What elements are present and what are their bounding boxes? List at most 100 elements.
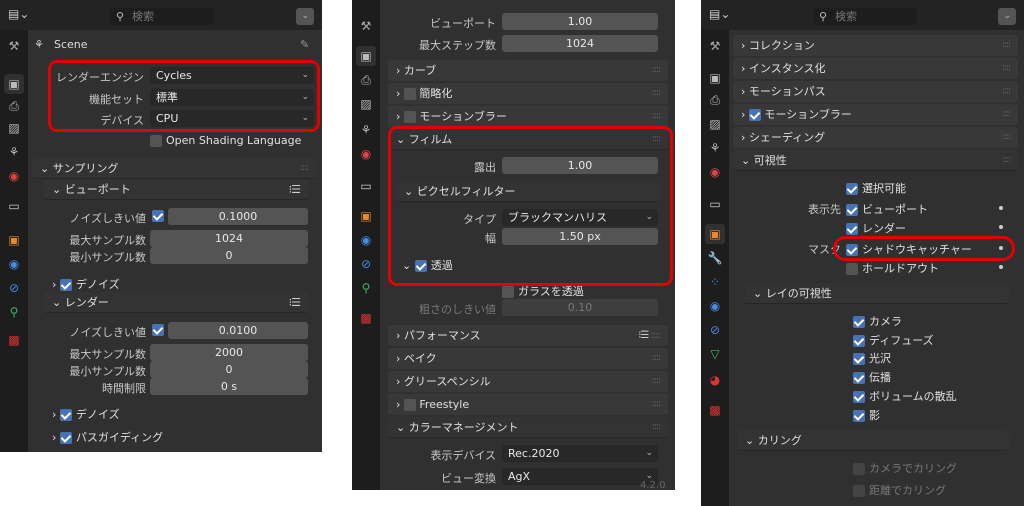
texture-tab-icon[interactable]: ▩ <box>4 330 24 350</box>
vp-denoise-subsection[interactable]: › デノイズ <box>52 276 120 292</box>
transmission-ray-checkbox[interactable]: 伝播 <box>853 369 891 385</box>
world-tab-icon[interactable]: ◉ <box>4 166 24 186</box>
grip-icon[interactable]: :::: <box>300 158 309 179</box>
sampling-section[interactable]: ⌄ サンプリング:::: <box>32 158 316 179</box>
r-denoise-subsection[interactable]: › デノイズ <box>52 406 120 422</box>
list-icon[interactable]: ⁝☰ :::: <box>638 325 661 346</box>
shading-section[interactable]: › シェーディング:::: <box>733 127 1018 148</box>
simplify-section[interactable]: › 簡略化:::: <box>388 83 668 104</box>
render-tab-icon[interactable]: ▣ <box>4 74 24 94</box>
vp-max-field[interactable]: 1024 <box>150 230 308 247</box>
data-tab-icon[interactable]: ▽ <box>705 344 725 364</box>
render-subsection[interactable]: ⌄ レンダー ⁝☰ <box>44 292 308 313</box>
culling-subsection[interactable]: ⌄ カリング <box>737 430 1009 451</box>
collections-section[interactable]: › コレクション:::: <box>733 35 1018 56</box>
object-tab-icon[interactable]: ▣ <box>4 230 24 250</box>
view-layer-tab-icon[interactable]: ▨ <box>4 118 24 138</box>
search-input[interactable]: ⚲ 検索 <box>110 8 214 25</box>
particles-tab-icon[interactable]: ⁘ <box>705 272 725 292</box>
shadow-ray-checkbox[interactable]: 影 <box>853 407 880 423</box>
keyframe-dot[interactable] <box>999 265 1003 269</box>
visibility-section[interactable]: ⌄ 可視性:::: <box>733 150 1018 171</box>
editor-type-icon[interactable]: ▤⌄ <box>8 7 29 21</box>
constraints-tab-icon[interactable]: ⊘ <box>705 320 725 340</box>
collection-tab-icon[interactable]: ▭ <box>705 194 725 214</box>
volume-scatter-ray-checkbox[interactable]: ボリュームの散乱 <box>853 388 957 404</box>
filter-dropdown[interactable]: ⌄ <box>998 8 1016 25</box>
freestyle-section[interactable]: › Freestyle:::: <box>388 394 668 415</box>
grease-pencil-section[interactable]: › グリースペンシル:::: <box>388 371 668 392</box>
keyframe-dot[interactable] <box>999 206 1003 210</box>
collection-tab-icon[interactable]: ▭ <box>356 176 376 196</box>
grip-icon[interactable]: :::: <box>1002 58 1011 79</box>
constraints-tab-icon[interactable]: ⊘ <box>356 254 376 274</box>
scene-tab-icon[interactable]: ⚘ <box>356 120 376 140</box>
grip-icon[interactable]: :::: <box>652 83 661 104</box>
selectable-checkbox[interactable]: 選択可能 <box>846 180 906 196</box>
r-max-field[interactable]: 2000 <box>150 344 308 361</box>
motion-paths-section[interactable]: › モーションパス:::: <box>733 81 1018 102</box>
grip-icon[interactable]: :::: <box>1002 104 1011 125</box>
pin-icon[interactable]: ✎ <box>300 38 309 51</box>
vp-min-field[interactable]: 0 <box>150 247 308 264</box>
glass-checkbox[interactable]: ガラスを透過 <box>502 283 584 299</box>
viewport-subsection[interactable]: ⌄ ビューポート ⁝☰ <box>44 179 308 200</box>
camera-ray-checkbox[interactable]: カメラ <box>853 313 902 329</box>
motion-blur-section[interactable]: › モーションブラー:::: <box>388 106 668 127</box>
output-tab-icon[interactable]: ⎙ <box>356 70 376 90</box>
render-tab-icon[interactable]: ▣ <box>356 46 376 66</box>
grip-icon[interactable]: :::: <box>652 106 661 127</box>
motion-blur-section[interactable]: › モーションブラー:::: <box>733 104 1018 125</box>
path-guiding-subsection[interactable]: › パスガイディング <box>52 429 163 445</box>
modifier-tab-icon[interactable]: 🔧 <box>705 248 725 268</box>
constraints-tab-icon[interactable]: ⊘ <box>4 278 24 298</box>
r-noise-checkbox[interactable] <box>152 324 164 336</box>
texture-tab-icon[interactable]: ▩ <box>356 308 376 328</box>
grip-icon[interactable]: :::: <box>652 417 661 438</box>
display-device-select[interactable]: Rec.2020 ⌄ <box>502 445 658 462</box>
grip-icon[interactable]: :::: <box>1002 127 1011 148</box>
collection-tab-icon[interactable]: ▭ <box>4 196 24 216</box>
grip-icon[interactable]: :::: <box>1002 150 1011 171</box>
view-layer-tab-icon[interactable]: ▨ <box>356 94 376 114</box>
ray-visibility-subsection[interactable]: ⌄ レイの可視性 <box>745 283 1009 304</box>
scene-tab-icon[interactable]: ⚘ <box>705 138 725 158</box>
world-tab-icon[interactable]: ◉ <box>705 162 725 182</box>
grip-icon[interactable]: :::: <box>652 348 661 369</box>
view-transform-select[interactable]: AgX ⌄ <box>502 468 658 485</box>
vp-noise-field[interactable]: 0.1000 <box>168 208 308 225</box>
physics-tab-icon[interactable]: ◉ <box>356 230 376 250</box>
grip-icon[interactable]: :::: <box>1002 81 1011 102</box>
glossy-ray-checkbox[interactable]: 光沢 <box>853 350 891 366</box>
editor-type-icon[interactable]: ▤⌄ <box>709 7 730 21</box>
grip-icon[interactable]: :::: <box>1002 35 1011 56</box>
bake-section[interactable]: › ベイク:::: <box>388 348 668 369</box>
physics-tab-icon[interactable]: ◉ <box>705 296 725 316</box>
tool-tab-icon[interactable]: ⚒ <box>4 36 24 56</box>
instancing-section[interactable]: › インスタンス化:::: <box>733 58 1018 79</box>
osl-checkbox[interactable]: Open Shading Language <box>150 134 301 147</box>
show-viewport-checkbox[interactable]: ビューポート <box>846 201 928 217</box>
max-steps-field[interactable]: 1024 <box>502 35 658 52</box>
object-tab-icon[interactable]: ▣ <box>705 224 725 244</box>
data-tab-icon[interactable]: ⚲ <box>356 278 376 298</box>
vp-noise-checkbox[interactable] <box>152 210 164 222</box>
data-tab-icon[interactable]: ⚲ <box>4 302 24 322</box>
world-tab-icon[interactable]: ◉ <box>356 144 376 164</box>
viewport-steps-field[interactable]: 1.00 <box>502 13 658 30</box>
search-input[interactable]: ⚲ 検索 <box>813 8 917 25</box>
output-tab-icon[interactable]: ⎙ <box>705 90 725 110</box>
list-icon[interactable]: ⁝☰ <box>289 292 301 313</box>
r-time-field[interactable]: 0 s <box>150 378 308 395</box>
r-min-field[interactable]: 0 <box>150 361 308 378</box>
list-icon[interactable]: ⁝☰ <box>289 179 301 200</box>
r-noise-field[interactable]: 0.0100 <box>168 322 308 339</box>
curves-section[interactable]: › カーブ:::: <box>388 60 668 81</box>
color-management-section[interactable]: ⌄ カラーマネージメント:::: <box>388 417 668 438</box>
tool-tab-icon[interactable]: ⚒ <box>705 36 725 56</box>
grip-icon[interactable]: :::: <box>652 60 661 81</box>
render-tab-icon[interactable]: ▣ <box>705 68 725 88</box>
grip-icon[interactable]: :::: <box>652 394 661 415</box>
show-render-checkbox[interactable]: レンダー <box>846 220 906 236</box>
view-layer-tab-icon[interactable]: ▨ <box>705 114 725 134</box>
